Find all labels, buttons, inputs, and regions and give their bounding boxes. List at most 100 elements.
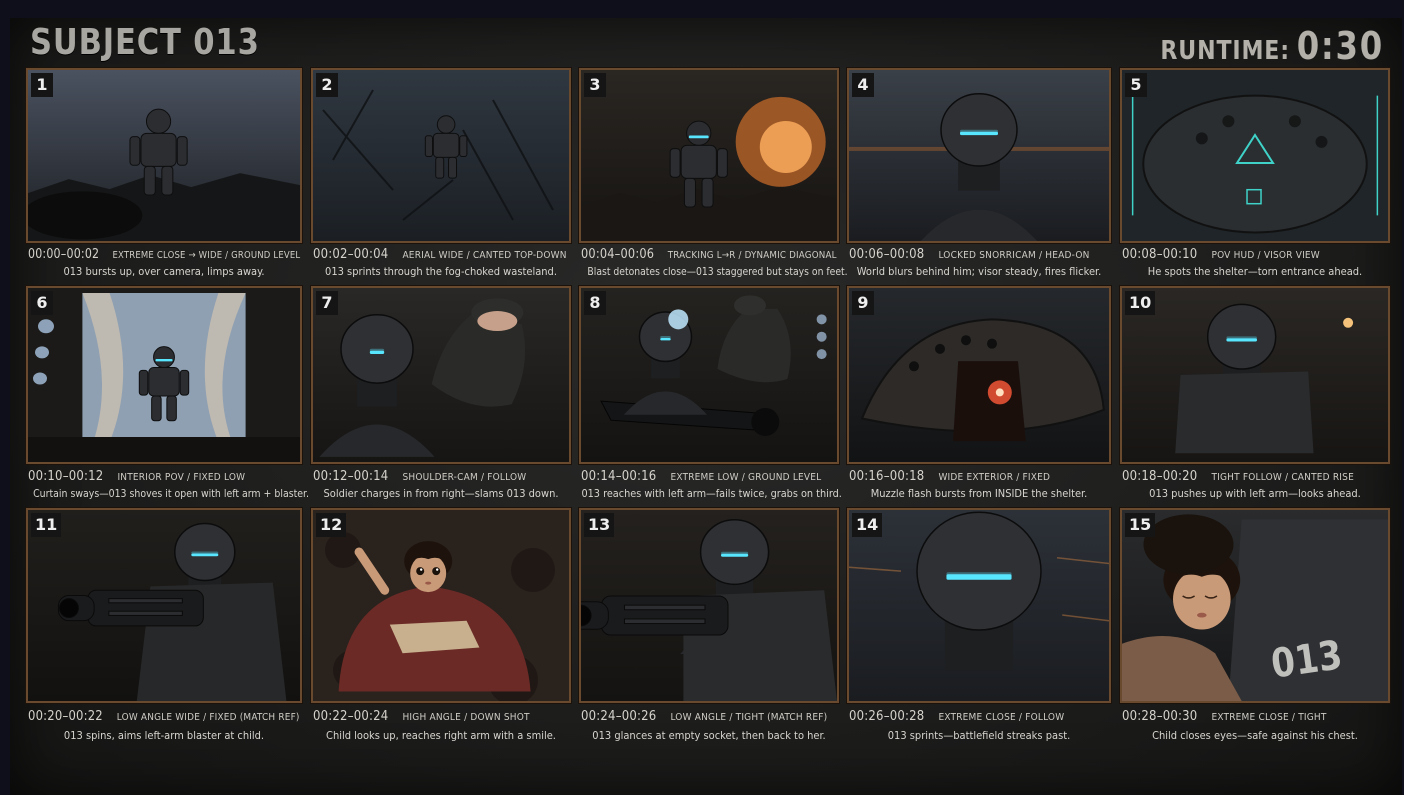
- panel-shot-type: POV HUD / VISOR VIEW: [1211, 250, 1320, 261]
- panel-number: 10: [1125, 291, 1156, 315]
- panel-timecode: 00:18–00:20: [1122, 469, 1198, 484]
- panel-description: Child looks up, reaches right arm with a…: [326, 729, 556, 742]
- panel-image-frame: 3: [579, 68, 839, 243]
- panel-meta: 00:26–00:28 EXTREME CLOSE / FOLLOW: [849, 709, 1064, 724]
- panel-timecode: 00:08–00:10: [1122, 247, 1198, 262]
- panel-description: 013 pushes up with left arm—looks ahead.: [1149, 487, 1361, 500]
- panel-meta: 00:08–00:10 POV HUD / VISOR VIEW: [1122, 247, 1320, 262]
- panel-meta: 00:12–00:14 SHOULDER-CAM / FOLLOW: [313, 469, 526, 484]
- panel-shot-type: LOCKED SNORRICAM / HEAD-ON: [938, 250, 1090, 261]
- runtime-value: 0:30: [1296, 24, 1384, 68]
- panel-number: 12: [316, 513, 347, 537]
- panel-illustration: [581, 510, 837, 701]
- panel-description: 013 sprints—battlefield streaks past.: [887, 729, 1071, 742]
- panel-timecode: 00:12–00:14: [313, 469, 389, 484]
- panel-timecode: 00:00–00:02: [28, 247, 100, 262]
- panel-shot-type: LOW ANGLE / TIGHT (MATCH REF): [670, 712, 828, 723]
- panel-shot-type: AERIAL WIDE / CANTED TOP-DOWN: [402, 250, 567, 261]
- panel-image-frame: 9: [847, 286, 1111, 464]
- panel-illustration: [313, 510, 569, 701]
- panel-timecode: 00:28–00:30: [1122, 709, 1198, 724]
- panel-shot-type: WIDE EXTERIOR / FIXED: [938, 472, 1051, 483]
- panel-image-frame: 2: [311, 68, 571, 243]
- panel-shot-type: HIGH ANGLE / DOWN SHOT: [402, 712, 530, 723]
- panel-number: 1: [31, 73, 53, 97]
- panel-timecode: 00:02–00:04: [313, 247, 389, 262]
- panel-illustration: [1122, 288, 1388, 462]
- panel-illustration: [1122, 70, 1388, 241]
- panel-illustration: [581, 70, 837, 241]
- panel-timecode: 00:22–00:24: [313, 709, 389, 724]
- panel-illustration: [313, 70, 569, 241]
- panel-number: 5: [1125, 73, 1147, 97]
- panel-meta: 00:18–00:20 TIGHT FOLLOW / CANTED RISE: [1122, 469, 1354, 484]
- panel-image-frame: 12: [311, 508, 571, 703]
- panel-illustration: [849, 288, 1109, 462]
- panel-illustration: [1122, 510, 1388, 701]
- panel-meta: 00:20–00:22 LOW ANGLE WIDE / FIXED (MATCH…: [28, 709, 300, 724]
- panel-number: 8: [584, 291, 606, 315]
- panel-image-frame: 013 15: [1120, 508, 1390, 703]
- panel-illustration: [581, 288, 837, 462]
- panel-meta: 00:06–00:08 LOCKED SNORRICAM / HEAD-ON: [849, 247, 1090, 262]
- panel-number: 7: [316, 291, 338, 315]
- panel-meta: 00:22–00:24 HIGH ANGLE / DOWN SHOT: [313, 709, 530, 724]
- panel-number: 14: [852, 513, 883, 537]
- panel-illustration: [28, 510, 300, 701]
- panel-description: Soldier charges in from right—slams 013 …: [323, 487, 559, 500]
- panel-image-frame: 4: [847, 68, 1111, 243]
- panel-description: Child closes eyes—safe against his chest…: [1152, 729, 1358, 742]
- panel-meta: 00:14–00:16 EXTREME LOW / GROUND LEVEL: [581, 469, 821, 484]
- panel-number: 13: [584, 513, 615, 537]
- panel-timecode: 00:24–00:26: [581, 709, 657, 724]
- panel-illustration: [28, 70, 300, 241]
- panel-timecode: 00:16–00:18: [849, 469, 925, 484]
- panel-shot-type: LOW ANGLE WIDE / FIXED (MATCH REF): [116, 712, 300, 723]
- panel-illustration: [849, 70, 1109, 241]
- panel-timecode: 00:06–00:08: [849, 247, 925, 262]
- panel-timecode: 00:20–00:22: [28, 709, 103, 724]
- panel-number: 6: [31, 291, 53, 315]
- panel-shot-type: TIGHT FOLLOW / CANTED RISE: [1211, 472, 1354, 483]
- panel-description: 013 reaches with left arm—fails twice, g…: [581, 487, 842, 500]
- panel-illustration: [313, 288, 569, 462]
- panel-image-frame: 8: [579, 286, 839, 464]
- panel-shot-type: EXTREME CLOSE / FOLLOW: [938, 712, 1065, 723]
- panel-shot-type: EXTREME CLOSE → WIDE / GROUND LEVEL: [112, 250, 301, 261]
- panel-description: Muzzle flash bursts from INSIDE the shel…: [870, 487, 1088, 500]
- panel-meta: 00:02–00:04 AERIAL WIDE / CANTED TOP-DOWN: [313, 247, 567, 262]
- panel-description: Blast detonates close—013 staggered but …: [587, 265, 848, 278]
- page-title: SUBJECT 013: [30, 22, 260, 63]
- panel-meta: 00:10–00:12 INTERIOR POV / FIXED LOW: [28, 469, 245, 484]
- panel-number: 15: [1125, 513, 1156, 537]
- panel-number: 11: [31, 513, 62, 537]
- panel-meta: 00:04–00:06 TRACKING L→R / DYNAMIC DIAGON…: [581, 247, 837, 262]
- panel-description: Curtain sways—013 shoves it open with le…: [33, 487, 309, 500]
- panel-shot-type: INTERIOR POV / FIXED LOW: [117, 472, 246, 483]
- runtime-label: RUNTIME:: [1160, 36, 1291, 66]
- panel-timecode: 00:10–00:12: [28, 469, 104, 484]
- storyboard-sheet: SUBJECT 013 RUNTIME: 0:30 1 00:00–00:02 EXT…: [10, 18, 1402, 795]
- chest-marking-013: 013: [1267, 632, 1345, 688]
- panel-description: He spots the shelter—torn entrance ahead…: [1147, 265, 1363, 278]
- panel-description: 013 spins, aims left-arm blaster at chil…: [63, 729, 265, 742]
- panel-shot-type: TRACKING L→R / DYNAMIC DIAGONAL: [667, 250, 837, 261]
- panel-image-frame: 10: [1120, 286, 1390, 464]
- panel-meta: 00:24–00:26 LOW ANGLE / TIGHT (MATCH REF): [581, 709, 827, 724]
- panel-image-frame: 6: [26, 286, 302, 464]
- panel-meta: 00:16–00:18 WIDE EXTERIOR / FIXED: [849, 469, 1050, 484]
- panel-image-frame: 1: [26, 68, 302, 243]
- panel-timecode: 00:26–00:28: [849, 709, 925, 724]
- panel-number: 2: [316, 73, 338, 97]
- panel-illustration: [28, 288, 300, 462]
- panel-number: 9: [852, 291, 874, 315]
- panel-illustration: [849, 510, 1109, 701]
- panel-description: World blurs behind him; visor steady, fi…: [856, 265, 1102, 278]
- panel-image-frame: 13: [579, 508, 839, 703]
- panel-shot-type: EXTREME CLOSE / TIGHT: [1211, 712, 1327, 723]
- runtime-readout: RUNTIME: 0:30: [1161, 24, 1384, 68]
- panel-image-frame: 7: [311, 286, 571, 464]
- panel-meta: 00:00–00:02 EXTREME CLOSE → WIDE / GROUND…: [28, 247, 300, 262]
- panel-shot-type: SHOULDER-CAM / FOLLOW: [402, 472, 527, 483]
- panel-meta: 00:28–00:30 EXTREME CLOSE / TIGHT: [1122, 709, 1327, 724]
